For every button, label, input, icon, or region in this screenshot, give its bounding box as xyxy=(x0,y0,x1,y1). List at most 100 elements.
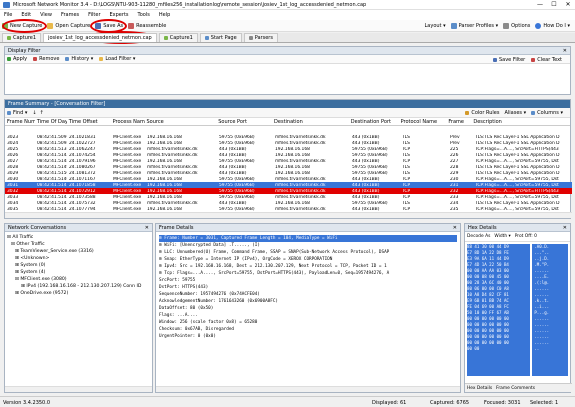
detail-line[interactable]: ⊞ Frame: Number = 3031, Captured Frame L… xyxy=(159,235,457,242)
load-filter-button[interactable]: Load Filter ▾ xyxy=(99,56,135,62)
close-icon[interactable]: ✕ xyxy=(145,224,149,232)
detail-line[interactable]: ⊞ WiFi: [Unencrypted Data] .T....., (I) xyxy=(159,242,457,249)
close-icon[interactable]: ✕ xyxy=(563,224,567,232)
parser-profiles-button[interactable]: Parser Profiles ▾ xyxy=(450,23,498,29)
frame-summary-horizontal-scrollbar[interactable] xyxy=(5,212,572,218)
table-row[interactable]: 3033 08:42:41.514319424.1073588 MFClient.e… xyxy=(5,194,572,200)
tab-frame-comments[interactable]: Frame Comments xyxy=(496,386,535,391)
col-protocol-name[interactable]: Protocol Name xyxy=(399,119,447,125)
save-filter-button[interactable]: Save Filter xyxy=(492,57,525,63)
reassemble-button[interactable]: Reassemble xyxy=(128,22,166,29)
tab-hex-details[interactable]: Hex Details xyxy=(467,386,492,391)
detail-line[interactable]: ⊞ Ipv4: Src = 192.168.16.168, Dest = 212… xyxy=(159,263,457,270)
col-source[interactable]: Source xyxy=(145,119,217,125)
filter-text-area[interactable] xyxy=(5,64,570,94)
table-row[interactable]: 3029 08:42:41.515097824.1081372 MFClient.e… xyxy=(5,170,572,176)
table-row[interactable]: 3023 08:42:41.509143724.1021831 MFClient.e… xyxy=(5,134,572,140)
open-capture-button[interactable]: Open Capture xyxy=(47,22,90,29)
menu-frames[interactable]: Frames xyxy=(61,12,79,18)
menu-experts[interactable]: Experts xyxy=(110,12,129,18)
conversations-horizontal-scrollbar[interactable] xyxy=(5,386,152,392)
expand-icon[interactable]: ⊞ xyxy=(15,249,19,254)
expand-icon[interactable]: ⊞ xyxy=(15,263,19,268)
tab-capture1-b[interactable]: Capture1 xyxy=(158,33,198,42)
columns-button[interactable]: Columns ▾ xyxy=(531,110,563,116)
menu-edit[interactable]: Edit xyxy=(21,12,31,18)
col-description[interactable]: Description xyxy=(471,119,570,125)
color-rules-button[interactable]: Color Rules xyxy=(465,110,499,116)
maximize-button[interactable]: ☐ xyxy=(547,0,561,10)
table-row[interactable]: 3026 08:42:41.514386024.1074254 MFClient.e… xyxy=(5,152,572,158)
frame-details-horizontal-scrollbar[interactable] xyxy=(156,386,460,392)
tree-node[interactable]: ⊞ TeamViewer_Service.exe (3316) xyxy=(7,248,150,255)
detail-line[interactable]: Checksum: 0x67AB, Disregarded xyxy=(159,326,457,333)
table-row[interactable]: 3030 08:42:41.514077324.1071167 MFClient.e… xyxy=(5,176,572,182)
layout-button[interactable]: Layout ▾ xyxy=(425,23,446,29)
tree-node[interactable]: ⊟ All Traffic xyxy=(7,234,150,241)
find-button[interactable]: Find ▾ xyxy=(7,110,27,116)
menu-help[interactable]: Help xyxy=(159,12,170,18)
menu-file[interactable]: File xyxy=(4,12,12,18)
table-row[interactable]: 3024 08:42:41.509233324.1022727 MFClient.e… xyxy=(5,140,572,146)
col-destination[interactable]: Destination xyxy=(272,119,349,125)
minimize-button[interactable]: — xyxy=(533,0,547,10)
tab-cap-file[interactable]: josiev_1st_log_accessdenied_netmon.cap xyxy=(43,33,157,42)
tree-node[interactable]: ⊞ System (0) xyxy=(7,262,150,269)
tab-start-page[interactable]: Start Page xyxy=(199,33,242,42)
tree-node-selected[interactable]: ⊞ IPv4 (192.168.16.168 - 212.130.207.129… xyxy=(7,283,150,290)
tree-node[interactable]: ⊟ MFClient.exe (3080) xyxy=(7,276,150,283)
detail-line[interactable]: Window: 256 (scale factor 0x8) = 65280 xyxy=(159,319,457,326)
tab-capture1[interactable]: Capture1 xyxy=(2,33,42,42)
table-row[interactable]: 3028 08:42:41.514987324.1080267 MFClient.e… xyxy=(5,164,572,170)
menu-view[interactable]: View xyxy=(40,12,52,18)
menu-tools[interactable]: Tools xyxy=(138,12,150,18)
table-row[interactable]: 3031 08:42:41.514146424.1071858 MFClient.e… xyxy=(5,182,572,188)
apply-button[interactable]: Apply xyxy=(7,56,27,62)
close-icon[interactable]: ✕ xyxy=(453,224,457,232)
col-time-of-day[interactable]: Time Of Day xyxy=(35,119,67,125)
detail-line[interactable]: DstPort: HTTPS(443) xyxy=(159,284,457,291)
tree-node[interactable]: ⊞ OneDrive.exe (9572) xyxy=(7,290,150,297)
detail-line[interactable]: ⊞ Tcp: Flags=...A...., SrcPort=59755, Ds… xyxy=(159,270,457,277)
hex-row[interactable] xyxy=(467,370,568,376)
collapse-icon[interactable]: ⊟ xyxy=(11,242,15,247)
how-do-i-button[interactable]: How Do I ▾ xyxy=(535,23,570,29)
width-button[interactable]: Width ▾ xyxy=(494,234,510,239)
table-row[interactable]: 3027 08:42:41.514880224.1079196 MFClient.e… xyxy=(5,158,572,164)
expand-icon[interactable]: ⊞ xyxy=(15,270,19,275)
col-process-name[interactable]: Process Name xyxy=(111,119,145,125)
detail-line[interactable]: ⊞ Snap: EtherType = Internet IP (IPv4), … xyxy=(159,256,457,263)
options-button[interactable]: Options xyxy=(503,23,530,29)
detail-line[interactable]: UrgentPointer: 0 (0x0) xyxy=(159,333,457,340)
arrow-up-icon[interactable]: ↑ xyxy=(40,110,44,116)
aliases-button[interactable]: Aliases ▾ xyxy=(504,110,526,116)
history-button[interactable]: History ▾ xyxy=(65,56,93,62)
col-frame-number[interactable]: Frame Number xyxy=(5,119,35,125)
arrow-down-icon[interactable]: ↓ xyxy=(32,110,36,116)
detail-line[interactable]: ⊞ LLC: Unnumbered(U) Frame, Command Fram… xyxy=(159,249,457,256)
col-source-port[interactable]: Source Port xyxy=(216,119,272,125)
expand-icon[interactable]: ⊞ xyxy=(15,256,19,261)
tree-node[interactable]: ⊞ <Unknown> xyxy=(7,255,150,262)
expand-icon[interactable]: ⊞ xyxy=(21,284,25,289)
detail-line[interactable]: Flags: ...A.... xyxy=(159,312,457,319)
table-row[interactable]: 3032 08:42:41.514251824.1072912 MFClient.e… xyxy=(5,188,572,194)
col-time-offset[interactable]: Time Offset xyxy=(67,119,111,125)
detail-line[interactable]: SrcPort: 59755 xyxy=(159,277,457,284)
detail-line[interactable]: DataOffset: 80 (0x50) xyxy=(159,305,457,312)
clear-text-button[interactable]: Clear Text xyxy=(531,57,562,63)
col-frame[interactable]: Frame xyxy=(446,119,471,125)
collapse-icon[interactable]: ⊟ xyxy=(15,277,19,282)
decode-as-button[interactable]: Decode As xyxy=(467,234,490,239)
tree-node[interactable]: ⊟ Other Traffic xyxy=(7,241,150,248)
table-row[interactable]: 3034 08:42:41.514533824.1075732 MFClient.e… xyxy=(5,200,572,206)
detail-line[interactable]: SequenceNumber: 1957494276 (0x74ACFE04) xyxy=(159,291,457,298)
close-button[interactable]: ✕ xyxy=(561,0,575,10)
tree-node[interactable]: ⊞ System (4) xyxy=(7,269,150,276)
table-row[interactable]: 3025 08:42:41.513185324.1062247 MFClient.e… xyxy=(5,146,572,152)
menu-filter[interactable]: Filter xyxy=(88,12,100,18)
detail-line[interactable]: AcknowledgementNumber: 1761643260 (0x690… xyxy=(159,298,457,305)
expand-icon[interactable]: ⊞ xyxy=(15,291,19,296)
tab-parsers[interactable]: Parsers xyxy=(243,33,278,42)
col-destination-port[interactable]: Destination Port xyxy=(349,119,399,125)
